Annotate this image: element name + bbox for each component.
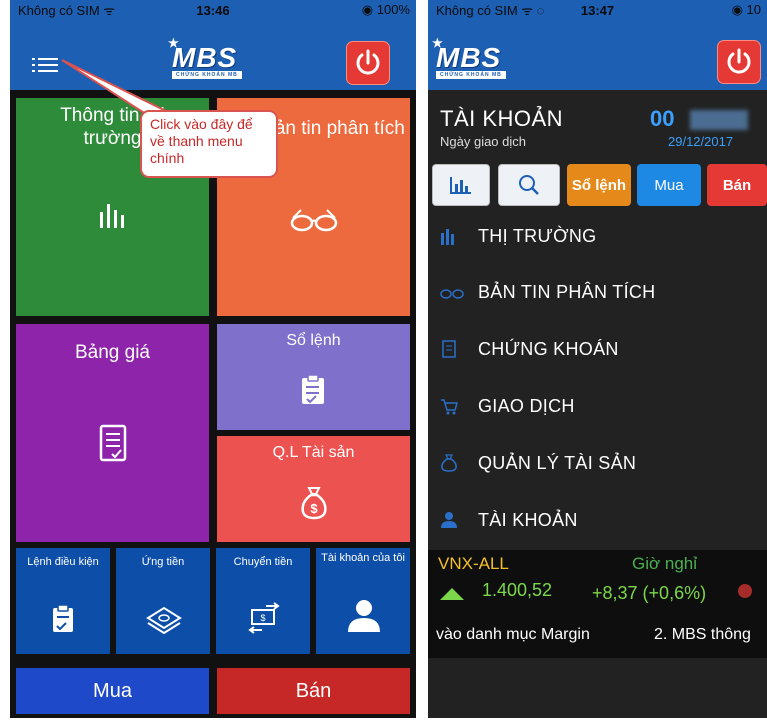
index-name: VNX-ALL (438, 554, 509, 573)
menu-item-asset-management[interactable]: QUẢN LÝ TÀI SẢN (428, 436, 767, 492)
tile-asset-management[interactable]: Q.L Tài sản $ (217, 436, 410, 542)
chart-bars-icon (100, 204, 124, 228)
menu-item-label: BẢN TIN PHÂN TÍCH (478, 282, 656, 302)
annotation-callout: Click vào đây để về thanh menu chính (140, 110, 278, 178)
menu-item-securities[interactable]: CHỨNG KHOÁN (428, 322, 767, 378)
document-icon (99, 424, 127, 462)
tile-conditional-order[interactable]: Lệnh điều kiện (16, 548, 110, 654)
app-header: ★ MBS CHỨNG KHOÁN MB (428, 20, 767, 90)
chart-bars-icon (450, 177, 471, 194)
tile-order-book[interactable]: Sổ lệnh (217, 324, 410, 430)
power-button[interactable] (717, 40, 761, 84)
tile-label: Bảng giá (74, 342, 150, 363)
tile-label: Lệnh điều kiện (27, 556, 99, 568)
chart-button[interactable] (432, 164, 490, 206)
account-number-redacted (690, 110, 748, 130)
menu-item-label: GIAO DỊCH (478, 396, 575, 416)
search-icon (519, 175, 539, 195)
search-button[interactable] (498, 164, 560, 206)
user-icon (348, 600, 380, 632)
menu-item-label: TÀI KHOẢN (478, 510, 578, 530)
sell-button[interactable]: Bán (707, 164, 767, 206)
market-status: Giờ nghỉ (632, 554, 698, 573)
power-icon (727, 48, 751, 74)
clipboard-icon (302, 374, 324, 404)
order-book-button[interactable]: Sổ lệnh (567, 164, 631, 206)
mbs-logo: ★ MBS CHỨNG KHOÁN MB (432, 36, 506, 79)
index-change: +8,37 (+0,6%) (592, 583, 707, 603)
battery-text: ◉ 10 (731, 2, 761, 17)
tile-label: Q.L Tài sản (272, 444, 355, 461)
transfer-icon: $ (248, 602, 280, 634)
index-value: 1.400,52 (482, 580, 553, 600)
tile-price-table[interactable]: Bảng giá (16, 324, 209, 542)
clock-text: 13:47 (580, 2, 615, 18)
chart-bars-icon (441, 229, 454, 245)
menu-item-label: CHỨNG KHOÁN (478, 339, 619, 359)
star-icon: ★ (432, 36, 443, 50)
side-menu-screen: Không có SIM ᯤ ◌ 13:47 ◉ 10 ★ MBS CHỨNG … (428, 0, 767, 718)
menu-item-market[interactable]: THỊ TRƯỜNG (428, 209, 767, 265)
document-icon (442, 340, 456, 358)
menu-item-label: THỊ TRƯỜNG (478, 226, 597, 246)
money-bag-icon (441, 454, 457, 472)
index-ticker[interactable]: VNX-ALL Giờ nghỉ 1.400,52 +8,37 (+0,6%) (428, 550, 767, 612)
tile-label: Chuyển tiền (233, 556, 293, 568)
menu-item-analysis[interactable]: BẢN TIN PHÂN TÍCH (428, 265, 767, 321)
marquee-item: 2. MBS thông (654, 626, 751, 643)
sell-button[interactable]: Bán (217, 668, 410, 714)
svg-text:$: $ (260, 613, 265, 623)
account-title: TÀI KHOẢN (440, 106, 564, 131)
money-bag-icon: $ (301, 487, 327, 520)
account-number: 00 (650, 106, 675, 131)
news-marquee[interactable]: vào danh mục Margin 2. MBS thông (428, 612, 767, 658)
menu-item-trading[interactable]: GIAO DỊCH (428, 379, 767, 435)
trade-date: 29/12/2017 (668, 134, 734, 149)
status-bar: Không có SIM ᯤ ◌ 13:47 ◉ 10 (428, 0, 767, 20)
glasses-icon (290, 209, 338, 232)
power-button[interactable] (346, 41, 390, 85)
clipboard-icon (53, 604, 73, 632)
tile-label: Ứng tiền (141, 556, 185, 568)
money-stack-icon (146, 606, 182, 634)
menu-item-label: QUẢN LÝ TÀI SẢN (478, 453, 637, 473)
trade-date-label: Ngày giao dịch (440, 134, 526, 149)
battery-text: ◉ 100% (361, 2, 410, 17)
arrow-up-icon (440, 588, 464, 600)
user-icon (441, 512, 457, 528)
tile-cash-advance[interactable]: Ứng tiền (116, 548, 210, 654)
marquee-item: vào danh mục Margin (436, 626, 590, 643)
buy-button[interactable]: Mua (637, 164, 701, 206)
menu-item-account[interactable]: TÀI KHOẢN (428, 493, 767, 549)
tile-transfer[interactable]: Chuyển tiền $ (216, 548, 310, 654)
tile-my-account[interactable]: Tài khoản của tôi (316, 548, 410, 654)
svg-text:$: $ (310, 501, 318, 516)
buy-button[interactable]: Mua (16, 668, 209, 714)
status-dot-icon (738, 584, 752, 598)
tile-label: Sổ lệnh (286, 332, 341, 349)
cart-icon (441, 399, 458, 415)
glasses-icon (440, 289, 464, 299)
tile-label: Tài khoản của tôi (321, 552, 405, 564)
power-icon (356, 49, 380, 75)
